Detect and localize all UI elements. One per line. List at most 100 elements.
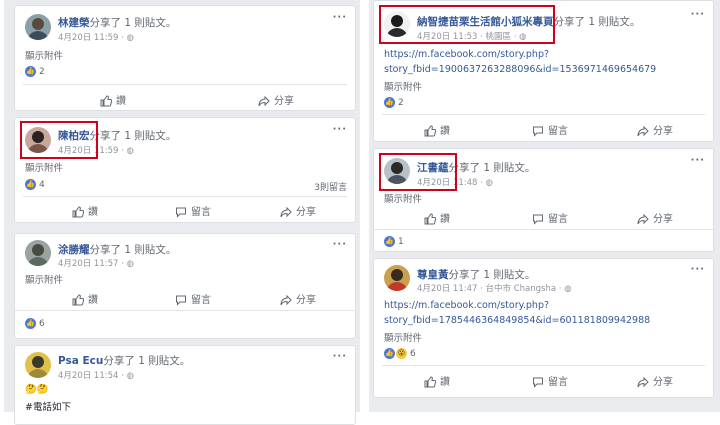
more-options-icon[interactable]: ··· (691, 9, 705, 20)
thumbs-up-icon (72, 206, 85, 218)
share-button[interactable]: 分享 (280, 291, 316, 306)
like-button[interactable]: 讚 (100, 92, 126, 107)
more-options-icon[interactable]: ··· (691, 155, 705, 166)
like-button[interactable]: 讚 (72, 291, 98, 306)
comment-bubble-icon (533, 126, 543, 137)
post-card: 尊皇黃分享了 1 則貼文。 4月20日 11:47 · 台中市 Changsha… (373, 258, 714, 398)
thumbs-up-icon (72, 294, 85, 306)
post-author-line: 涂勝耀分享了 1 則貼文。 (58, 244, 177, 256)
left-feed-column: 林建榮分享了 1 則貼文。 4月20日 11:59 · ◍ ··· 顯示附件 👍… (4, 0, 360, 425)
show-attachment-link[interactable]: 顯示附件 (384, 191, 422, 205)
like-reaction-icon: 👍 (384, 97, 395, 108)
like-button[interactable]: 讚 (424, 210, 450, 225)
more-options-icon[interactable]: ··· (333, 239, 347, 250)
comment-bubble-icon (533, 377, 543, 388)
divider (23, 84, 347, 85)
thumbs-up-icon (424, 125, 437, 137)
show-attachment-link[interactable]: 顯示附件 (384, 79, 422, 93)
post-emoji: 🤔🤔 (25, 384, 49, 395)
thumbs-up-icon (100, 95, 113, 107)
reaction-count[interactable]: 👍 2 (384, 97, 404, 108)
post-timestamp: 4月20日 11:57 · ◍ (58, 259, 134, 269)
globe-icon: ◍ (126, 371, 134, 381)
story-link[interactable]: https://m.facebook.com/story.php? (384, 49, 549, 60)
right-feed-column: 納智捷苗栗生活館小狐米專頁分享了 1 則貼文。 4月20日 11:53 · 桃園… (369, 0, 720, 412)
like-reaction-icon: 👍 (25, 66, 36, 77)
like-reaction-icon: 👍 (25, 179, 36, 190)
post-timestamp: 4月20日 11:59 · ◍ (58, 33, 134, 43)
share-button[interactable]: 分享 (258, 92, 294, 107)
more-options-icon[interactable]: ··· (333, 124, 347, 135)
avatar[interactable] (384, 265, 410, 291)
like-button[interactable]: 讚 (424, 373, 450, 388)
comment-button[interactable]: 留言 (175, 203, 211, 218)
globe-icon: ◍ (126, 33, 134, 43)
thumbs-up-icon (424, 213, 437, 225)
share-arrow-icon (280, 206, 292, 218)
post-text: #電話如下 (25, 402, 71, 413)
share-button[interactable]: 分享 (637, 210, 673, 225)
post-card: 涂勝耀分享了 1 則貼文。 4月20日 11:57 · ◍ ··· 顯示附件 讚… (14, 233, 356, 339)
more-options-icon[interactable]: ··· (333, 12, 347, 23)
reaction-count[interactable]: 👍 2 (25, 66, 45, 77)
highlight-box (379, 5, 555, 44)
post-card: Psa Ecu分享了 1 則貼文。 4月20日 11:54 · ◍ ··· 🤔🤔… (14, 345, 356, 425)
comment-count[interactable]: 3則留言 (314, 180, 347, 193)
highlight-box (20, 121, 98, 159)
share-arrow-icon (637, 125, 649, 137)
globe-icon: ◍ (485, 178, 493, 188)
divider (382, 365, 705, 366)
post-author-line: 林建榮分享了 1 則貼文。 (58, 15, 176, 30)
post-author-line: 尊皇黃分享了 1 則貼文。 (417, 269, 536, 281)
like-reaction-icon: 👍 (25, 318, 36, 329)
divider (15, 310, 355, 311)
share-arrow-icon (258, 95, 270, 107)
comment-button[interactable]: 留言 (532, 122, 568, 137)
story-link[interactable]: https://m.facebook.com/story.php? (384, 300, 549, 311)
author-name[interactable]: 尊皇黃 (417, 269, 449, 281)
story-link[interactable]: story_fbid=1785446364849854&id=601181809… (384, 315, 650, 326)
reaction-count[interactable]: 👍 6 (25, 318, 45, 329)
story-link[interactable]: story_fbid=1900637263288096&id=153697146… (384, 64, 656, 75)
post-card: 林建榮分享了 1 則貼文。 4月20日 11:59 · ◍ ··· 顯示附件 👍… (14, 5, 356, 111)
comment-button[interactable]: 留言 (532, 373, 568, 388)
share-button[interactable]: 分享 (637, 373, 673, 388)
post-timestamp: 4月20日 11:54 · ◍ (58, 371, 134, 381)
reaction-count[interactable]: 👍 😮 6 (384, 348, 416, 359)
avatar[interactable] (25, 14, 51, 40)
share-arrow-icon (280, 294, 292, 306)
reaction-count[interactable]: 👍 1 (384, 236, 404, 247)
comment-bubble-icon (176, 295, 186, 306)
like-button[interactable]: 讚 (424, 122, 450, 137)
comment-button[interactable]: 留言 (175, 291, 211, 306)
highlight-box (379, 153, 457, 191)
globe-icon: ◍ (126, 259, 134, 269)
comment-bubble-icon (176, 207, 186, 218)
reaction-count[interactable]: 👍 4 (25, 179, 45, 190)
post-author-line: Psa Ecu分享了 1 則貼文。 (58, 355, 191, 367)
like-reaction-icon: 👍 (384, 236, 395, 247)
show-attachment-link[interactable]: 顯示附件 (25, 48, 63, 62)
share-button[interactable]: 分享 (637, 122, 673, 137)
comment-button[interactable]: 留言 (532, 210, 568, 225)
comment-bubble-icon (533, 214, 543, 225)
divider (382, 114, 705, 115)
avatar[interactable] (25, 352, 51, 378)
globe-icon: ◍ (564, 284, 572, 294)
divider (374, 229, 713, 230)
like-button[interactable]: 讚 (72, 203, 98, 218)
show-attachment-link[interactable]: 顯示附件 (25, 272, 63, 286)
more-options-icon[interactable]: ··· (691, 264, 705, 275)
share-arrow-icon (637, 376, 649, 388)
globe-icon: ◍ (126, 146, 134, 156)
more-options-icon[interactable]: ··· (333, 351, 347, 362)
thumbs-up-icon (424, 376, 437, 388)
share-button[interactable]: 分享 (280, 203, 316, 218)
share-arrow-icon (637, 213, 649, 225)
author-name[interactable]: Psa Ecu (58, 355, 103, 367)
show-attachment-link[interactable]: 顯示附件 (384, 330, 422, 344)
show-attachment-link[interactable]: 顯示附件 (25, 160, 63, 174)
author-name[interactable]: 涂勝耀 (58, 244, 90, 256)
author-name[interactable]: 林建榮 (58, 17, 90, 29)
avatar[interactable] (25, 240, 51, 266)
